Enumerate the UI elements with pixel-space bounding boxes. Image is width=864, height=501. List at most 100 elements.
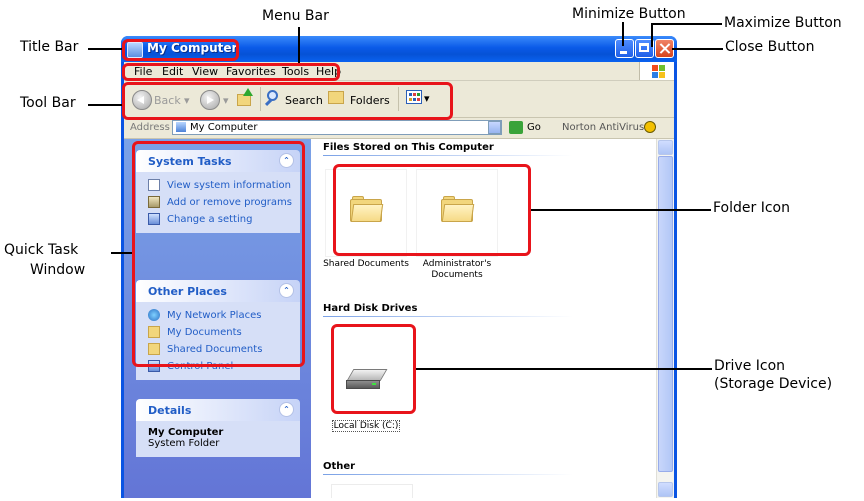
folder-tile-shared-documents[interactable] xyxy=(325,169,407,257)
other-tile[interactable] xyxy=(331,484,413,498)
task-view-system-information[interactable]: View system information xyxy=(136,178,300,195)
menu-edit[interactable]: Edit xyxy=(162,65,183,78)
place-my-network-places[interactable]: My Network Places xyxy=(136,308,300,325)
place-my-documents[interactable]: My Documents xyxy=(136,325,300,342)
system-information-icon xyxy=(148,179,160,191)
address-bar: Address My Computer Go Norton AntiVirus xyxy=(124,118,674,139)
folders-button[interactable]: Folders xyxy=(328,88,398,110)
hard-disk-section-title: Hard Disk Drives xyxy=(323,303,418,314)
folder-label[interactable]: Administrator's Documents xyxy=(409,259,505,281)
address-input[interactable]: My Computer xyxy=(172,120,502,135)
system-tasks-title: System Tasks xyxy=(148,155,232,168)
close-icon xyxy=(656,40,673,57)
callout-maximize-button: Maximize Button xyxy=(724,15,842,31)
collapse-chevron-icon[interactable]: ⌃ xyxy=(279,402,294,417)
folder-icon xyxy=(441,196,475,222)
views-dot xyxy=(417,98,420,101)
task-change-setting[interactable]: Change a setting xyxy=(136,212,300,229)
callout-minimize-button: Minimize Button xyxy=(572,6,686,22)
menu-favorites[interactable]: Favorites xyxy=(226,65,276,78)
task-label: Change a setting xyxy=(167,214,253,225)
callout-quick-task-1: Quick Task xyxy=(4,242,79,258)
address-label: Address xyxy=(130,122,170,133)
folder-label[interactable]: Shared Documents xyxy=(318,259,414,270)
minimize-icon xyxy=(616,40,633,57)
place-label: My Documents xyxy=(167,327,242,338)
norton-antivirus-icon[interactable] xyxy=(644,121,656,133)
control-panel-icon xyxy=(148,360,160,372)
details-body: My Computer System Folder xyxy=(136,421,300,457)
section-divider xyxy=(323,474,573,475)
scroll-thumb[interactable] xyxy=(658,156,673,472)
other-places-header[interactable]: Other Places ⌃ xyxy=(136,280,300,302)
address-dropdown-icon[interactable] xyxy=(488,121,501,134)
menu-bar: File Edit View Favorites Tools Help xyxy=(124,62,674,81)
menu-file[interactable]: File xyxy=(134,65,152,78)
menu-help[interactable]: Help xyxy=(316,65,341,78)
go-arrow-icon[interactable] xyxy=(509,121,523,134)
task-add-remove-programs[interactable]: Add or remove programs xyxy=(136,195,300,212)
scroll-down-icon[interactable] xyxy=(658,482,673,497)
place-control-panel[interactable]: Control Panel xyxy=(136,359,300,376)
menu-tools[interactable]: Tools xyxy=(282,65,309,78)
title-bar[interactable]: My Computer xyxy=(121,36,677,62)
details-header[interactable]: Details ⌃ xyxy=(136,399,300,421)
search-label: Search xyxy=(285,94,323,107)
up-folder-button[interactable] xyxy=(237,88,253,108)
folder-icon-leader xyxy=(531,209,711,211)
back-dropdown-icon[interactable]: ▾ xyxy=(184,94,190,107)
drive-label: Local Disk (C:) xyxy=(331,420,401,432)
views-dot xyxy=(409,93,412,96)
norton-antivirus-label[interactable]: Norton AntiVirus xyxy=(562,122,644,133)
folders-icon xyxy=(328,91,344,104)
logo-green xyxy=(659,65,665,71)
menu-view[interactable]: View xyxy=(192,65,218,78)
folder-tile-administrator-documents[interactable] xyxy=(416,169,498,257)
forward-dropdown-icon[interactable]: ▾ xyxy=(223,94,229,107)
maximize-leader-v xyxy=(651,23,653,47)
search-button[interactable]: Search xyxy=(264,88,327,110)
main-pane: Files Stored on This Computer Shared Doc… xyxy=(311,139,674,498)
views-button[interactable]: ▾ xyxy=(406,89,436,109)
content-area: System Tasks ⌃ View system information A… xyxy=(124,139,674,498)
minimize-button[interactable] xyxy=(615,39,634,58)
folders-label: Folders xyxy=(350,94,390,107)
up-arrow-icon xyxy=(243,88,253,96)
back-button[interactable] xyxy=(132,90,152,110)
files-section-title: Files Stored on This Computer xyxy=(323,142,494,153)
hard-drive-icon xyxy=(346,369,388,391)
place-label: Shared Documents xyxy=(167,344,263,355)
title-bar-leader xyxy=(88,48,122,50)
forward-button[interactable] xyxy=(200,90,220,110)
drive-led xyxy=(372,383,376,385)
callout-tool-bar: Tool Bar xyxy=(20,95,76,111)
collapse-chevron-icon[interactable]: ⌃ xyxy=(279,153,294,168)
callout-drive-icon-1: Drive Icon xyxy=(714,358,786,374)
drive-label-wrap[interactable]: Local Disk (C:) xyxy=(318,420,414,432)
drive-tile-local-disk[interactable] xyxy=(325,330,407,418)
details-name: My Computer xyxy=(148,427,224,438)
go-button-label[interactable]: Go xyxy=(527,122,541,133)
system-tasks-header[interactable]: System Tasks ⌃ xyxy=(136,150,300,172)
scroll-up-icon[interactable] xyxy=(658,140,673,155)
network-places-icon xyxy=(148,309,160,321)
windows-logo-icon xyxy=(639,62,674,80)
back-arrow-icon xyxy=(137,96,144,104)
toolbar-separator xyxy=(260,87,261,111)
vertical-scrollbar[interactable] xyxy=(656,139,674,498)
task-pane: System Tasks ⌃ View system information A… xyxy=(124,139,311,498)
other-section-title: Other xyxy=(323,461,356,472)
callout-quick-task-2: Window xyxy=(30,262,86,278)
other-places-body: My Network Places My Documents Shared Do… xyxy=(136,302,300,380)
collapse-chevron-icon[interactable]: ⌃ xyxy=(279,283,294,298)
views-dropdown-icon: ▾ xyxy=(424,92,430,105)
place-shared-documents[interactable]: Shared Documents xyxy=(136,342,300,359)
minimize-leader xyxy=(622,22,624,46)
add-remove-programs-icon xyxy=(148,196,160,208)
system-tasks-panel: System Tasks ⌃ View system information A… xyxy=(136,150,300,233)
system-tasks-body: View system information Add or remove pr… xyxy=(136,172,300,233)
control-panel-icon xyxy=(148,213,160,225)
close-leader xyxy=(672,48,723,50)
menu-bar-leader xyxy=(298,27,300,63)
callout-drive-icon-2: (Storage Device) xyxy=(714,376,833,392)
